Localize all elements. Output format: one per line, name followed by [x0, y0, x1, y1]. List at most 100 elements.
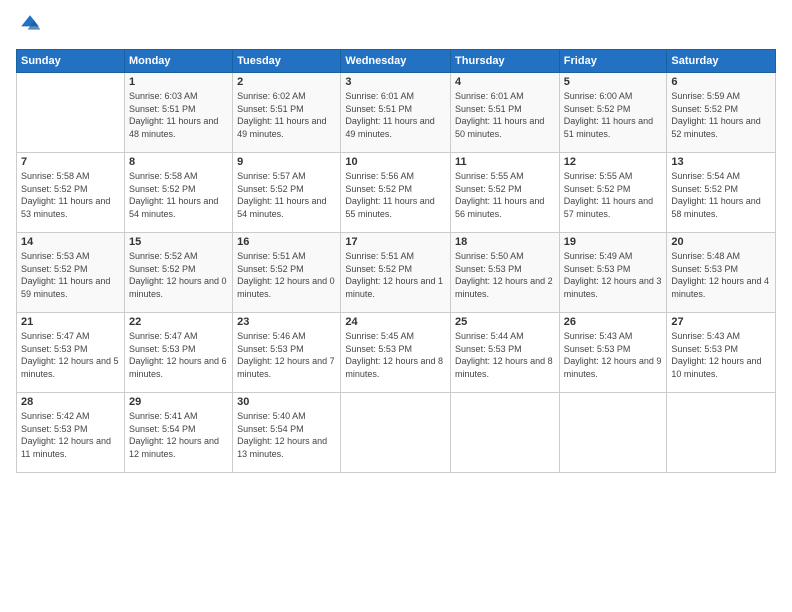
day-info: Sunrise: 5:56 AM Sunset: 5:52 PM Dayligh… — [345, 170, 446, 220]
calendar-cell — [451, 393, 560, 473]
day-number: 1 — [129, 76, 228, 88]
day-info: Sunrise: 5:48 AM Sunset: 5:53 PM Dayligh… — [671, 250, 771, 300]
day-info: Sunrise: 6:01 AM Sunset: 5:51 PM Dayligh… — [345, 90, 446, 140]
day-number: 8 — [129, 156, 228, 168]
day-number: 19 — [564, 236, 663, 248]
day-number: 29 — [129, 396, 228, 408]
day-info: Sunrise: 5:46 AM Sunset: 5:53 PM Dayligh… — [237, 330, 336, 380]
calendar-cell — [667, 393, 776, 473]
day-info: Sunrise: 5:41 AM Sunset: 5:54 PM Dayligh… — [129, 410, 228, 460]
day-info: Sunrise: 5:43 AM Sunset: 5:53 PM Dayligh… — [671, 330, 771, 380]
day-number: 23 — [237, 316, 336, 328]
day-info: Sunrise: 5:49 AM Sunset: 5:53 PM Dayligh… — [564, 250, 663, 300]
day-number: 11 — [455, 156, 555, 168]
day-number: 4 — [455, 76, 555, 88]
calendar-cell: 14 Sunrise: 5:53 AM Sunset: 5:52 PM Dayl… — [17, 233, 125, 313]
day-info: Sunrise: 5:55 AM Sunset: 5:52 PM Dayligh… — [564, 170, 663, 220]
day-number: 24 — [345, 316, 446, 328]
day-number: 21 — [21, 316, 120, 328]
logo-icon — [18, 12, 42, 36]
day-info: Sunrise: 5:59 AM Sunset: 5:52 PM Dayligh… — [671, 90, 771, 140]
day-number: 13 — [671, 156, 771, 168]
calendar-cell: 9 Sunrise: 5:57 AM Sunset: 5:52 PM Dayli… — [233, 153, 341, 233]
day-number: 18 — [455, 236, 555, 248]
calendar-cell: 10 Sunrise: 5:56 AM Sunset: 5:52 PM Dayl… — [341, 153, 451, 233]
calendar-week-row: 14 Sunrise: 5:53 AM Sunset: 5:52 PM Dayl… — [17, 233, 776, 313]
day-info: Sunrise: 5:50 AM Sunset: 5:53 PM Dayligh… — [455, 250, 555, 300]
day-number: 26 — [564, 316, 663, 328]
calendar-week-row: 28 Sunrise: 5:42 AM Sunset: 5:53 PM Dayl… — [17, 393, 776, 473]
calendar-cell: 5 Sunrise: 6:00 AM Sunset: 5:52 PM Dayli… — [559, 73, 667, 153]
day-info: Sunrise: 5:47 AM Sunset: 5:53 PM Dayligh… — [129, 330, 228, 380]
calendar-cell: 30 Sunrise: 5:40 AM Sunset: 5:54 PM Dayl… — [233, 393, 341, 473]
day-number: 3 — [345, 76, 446, 88]
calendar-cell — [341, 393, 451, 473]
calendar-cell: 7 Sunrise: 5:58 AM Sunset: 5:52 PM Dayli… — [17, 153, 125, 233]
header — [16, 12, 776, 41]
day-info: Sunrise: 5:45 AM Sunset: 5:53 PM Dayligh… — [345, 330, 446, 380]
calendar-cell: 2 Sunrise: 6:02 AM Sunset: 5:51 PM Dayli… — [233, 73, 341, 153]
day-info: Sunrise: 5:52 AM Sunset: 5:52 PM Dayligh… — [129, 250, 228, 300]
calendar-cell: 29 Sunrise: 5:41 AM Sunset: 5:54 PM Dayl… — [124, 393, 232, 473]
day-info: Sunrise: 5:57 AM Sunset: 5:52 PM Dayligh… — [237, 170, 336, 220]
day-number: 25 — [455, 316, 555, 328]
day-info: Sunrise: 5:58 AM Sunset: 5:52 PM Dayligh… — [129, 170, 228, 220]
day-number: 28 — [21, 396, 120, 408]
day-info: Sunrise: 5:53 AM Sunset: 5:52 PM Dayligh… — [21, 250, 120, 300]
calendar-cell: 8 Sunrise: 5:58 AM Sunset: 5:52 PM Dayli… — [124, 153, 232, 233]
calendar-week-row: 21 Sunrise: 5:47 AM Sunset: 5:53 PM Dayl… — [17, 313, 776, 393]
weekday-header-thursday: Thursday — [451, 50, 560, 73]
calendar-cell: 19 Sunrise: 5:49 AM Sunset: 5:53 PM Dayl… — [559, 233, 667, 313]
day-info: Sunrise: 6:03 AM Sunset: 5:51 PM Dayligh… — [129, 90, 228, 140]
day-number: 2 — [237, 76, 336, 88]
day-number: 27 — [671, 316, 771, 328]
day-info: Sunrise: 5:43 AM Sunset: 5:53 PM Dayligh… — [564, 330, 663, 380]
day-number: 9 — [237, 156, 336, 168]
calendar-cell: 26 Sunrise: 5:43 AM Sunset: 5:53 PM Dayl… — [559, 313, 667, 393]
calendar-cell: 27 Sunrise: 5:43 AM Sunset: 5:53 PM Dayl… — [667, 313, 776, 393]
weekday-header-wednesday: Wednesday — [341, 50, 451, 73]
day-number: 14 — [21, 236, 120, 248]
calendar-cell: 18 Sunrise: 5:50 AM Sunset: 5:53 PM Dayl… — [451, 233, 560, 313]
calendar-cell: 13 Sunrise: 5:54 AM Sunset: 5:52 PM Dayl… — [667, 153, 776, 233]
calendar-cell: 15 Sunrise: 5:52 AM Sunset: 5:52 PM Dayl… — [124, 233, 232, 313]
day-number: 12 — [564, 156, 663, 168]
calendar-cell: 28 Sunrise: 5:42 AM Sunset: 5:53 PM Dayl… — [17, 393, 125, 473]
logo — [16, 12, 42, 41]
day-number: 30 — [237, 396, 336, 408]
calendar-cell: 21 Sunrise: 5:47 AM Sunset: 5:53 PM Dayl… — [17, 313, 125, 393]
weekday-header-friday: Friday — [559, 50, 667, 73]
calendar-cell: 22 Sunrise: 5:47 AM Sunset: 5:53 PM Dayl… — [124, 313, 232, 393]
day-info: Sunrise: 6:02 AM Sunset: 5:51 PM Dayligh… — [237, 90, 336, 140]
weekday-header-sunday: Sunday — [17, 50, 125, 73]
day-number: 7 — [21, 156, 120, 168]
calendar-cell: 12 Sunrise: 5:55 AM Sunset: 5:52 PM Dayl… — [559, 153, 667, 233]
calendar-week-row: 7 Sunrise: 5:58 AM Sunset: 5:52 PM Dayli… — [17, 153, 776, 233]
day-info: Sunrise: 6:00 AM Sunset: 5:52 PM Dayligh… — [564, 90, 663, 140]
calendar-cell: 11 Sunrise: 5:55 AM Sunset: 5:52 PM Dayl… — [451, 153, 560, 233]
weekday-header-monday: Monday — [124, 50, 232, 73]
day-number: 17 — [345, 236, 446, 248]
day-info: Sunrise: 6:01 AM Sunset: 5:51 PM Dayligh… — [455, 90, 555, 140]
calendar-cell — [17, 73, 125, 153]
calendar-cell: 24 Sunrise: 5:45 AM Sunset: 5:53 PM Dayl… — [341, 313, 451, 393]
calendar-cell: 25 Sunrise: 5:44 AM Sunset: 5:53 PM Dayl… — [451, 313, 560, 393]
day-info: Sunrise: 5:40 AM Sunset: 5:54 PM Dayligh… — [237, 410, 336, 460]
weekday-header-saturday: Saturday — [667, 50, 776, 73]
day-number: 5 — [564, 76, 663, 88]
calendar-cell: 3 Sunrise: 6:01 AM Sunset: 5:51 PM Dayli… — [341, 73, 451, 153]
calendar-cell: 1 Sunrise: 6:03 AM Sunset: 5:51 PM Dayli… — [124, 73, 232, 153]
calendar-table: SundayMondayTuesdayWednesdayThursdayFrid… — [16, 49, 776, 473]
calendar-cell: 20 Sunrise: 5:48 AM Sunset: 5:53 PM Dayl… — [667, 233, 776, 313]
day-info: Sunrise: 5:51 AM Sunset: 5:52 PM Dayligh… — [237, 250, 336, 300]
day-info: Sunrise: 5:42 AM Sunset: 5:53 PM Dayligh… — [21, 410, 120, 460]
calendar-cell: 23 Sunrise: 5:46 AM Sunset: 5:53 PM Dayl… — [233, 313, 341, 393]
calendar-cell: 17 Sunrise: 5:51 AM Sunset: 5:52 PM Dayl… — [341, 233, 451, 313]
calendar-cell: 6 Sunrise: 5:59 AM Sunset: 5:52 PM Dayli… — [667, 73, 776, 153]
day-info: Sunrise: 5:44 AM Sunset: 5:53 PM Dayligh… — [455, 330, 555, 380]
day-number: 6 — [671, 76, 771, 88]
day-info: Sunrise: 5:55 AM Sunset: 5:52 PM Dayligh… — [455, 170, 555, 220]
day-info: Sunrise: 5:54 AM Sunset: 5:52 PM Dayligh… — [671, 170, 771, 220]
day-number: 16 — [237, 236, 336, 248]
calendar-cell: 16 Sunrise: 5:51 AM Sunset: 5:52 PM Dayl… — [233, 233, 341, 313]
